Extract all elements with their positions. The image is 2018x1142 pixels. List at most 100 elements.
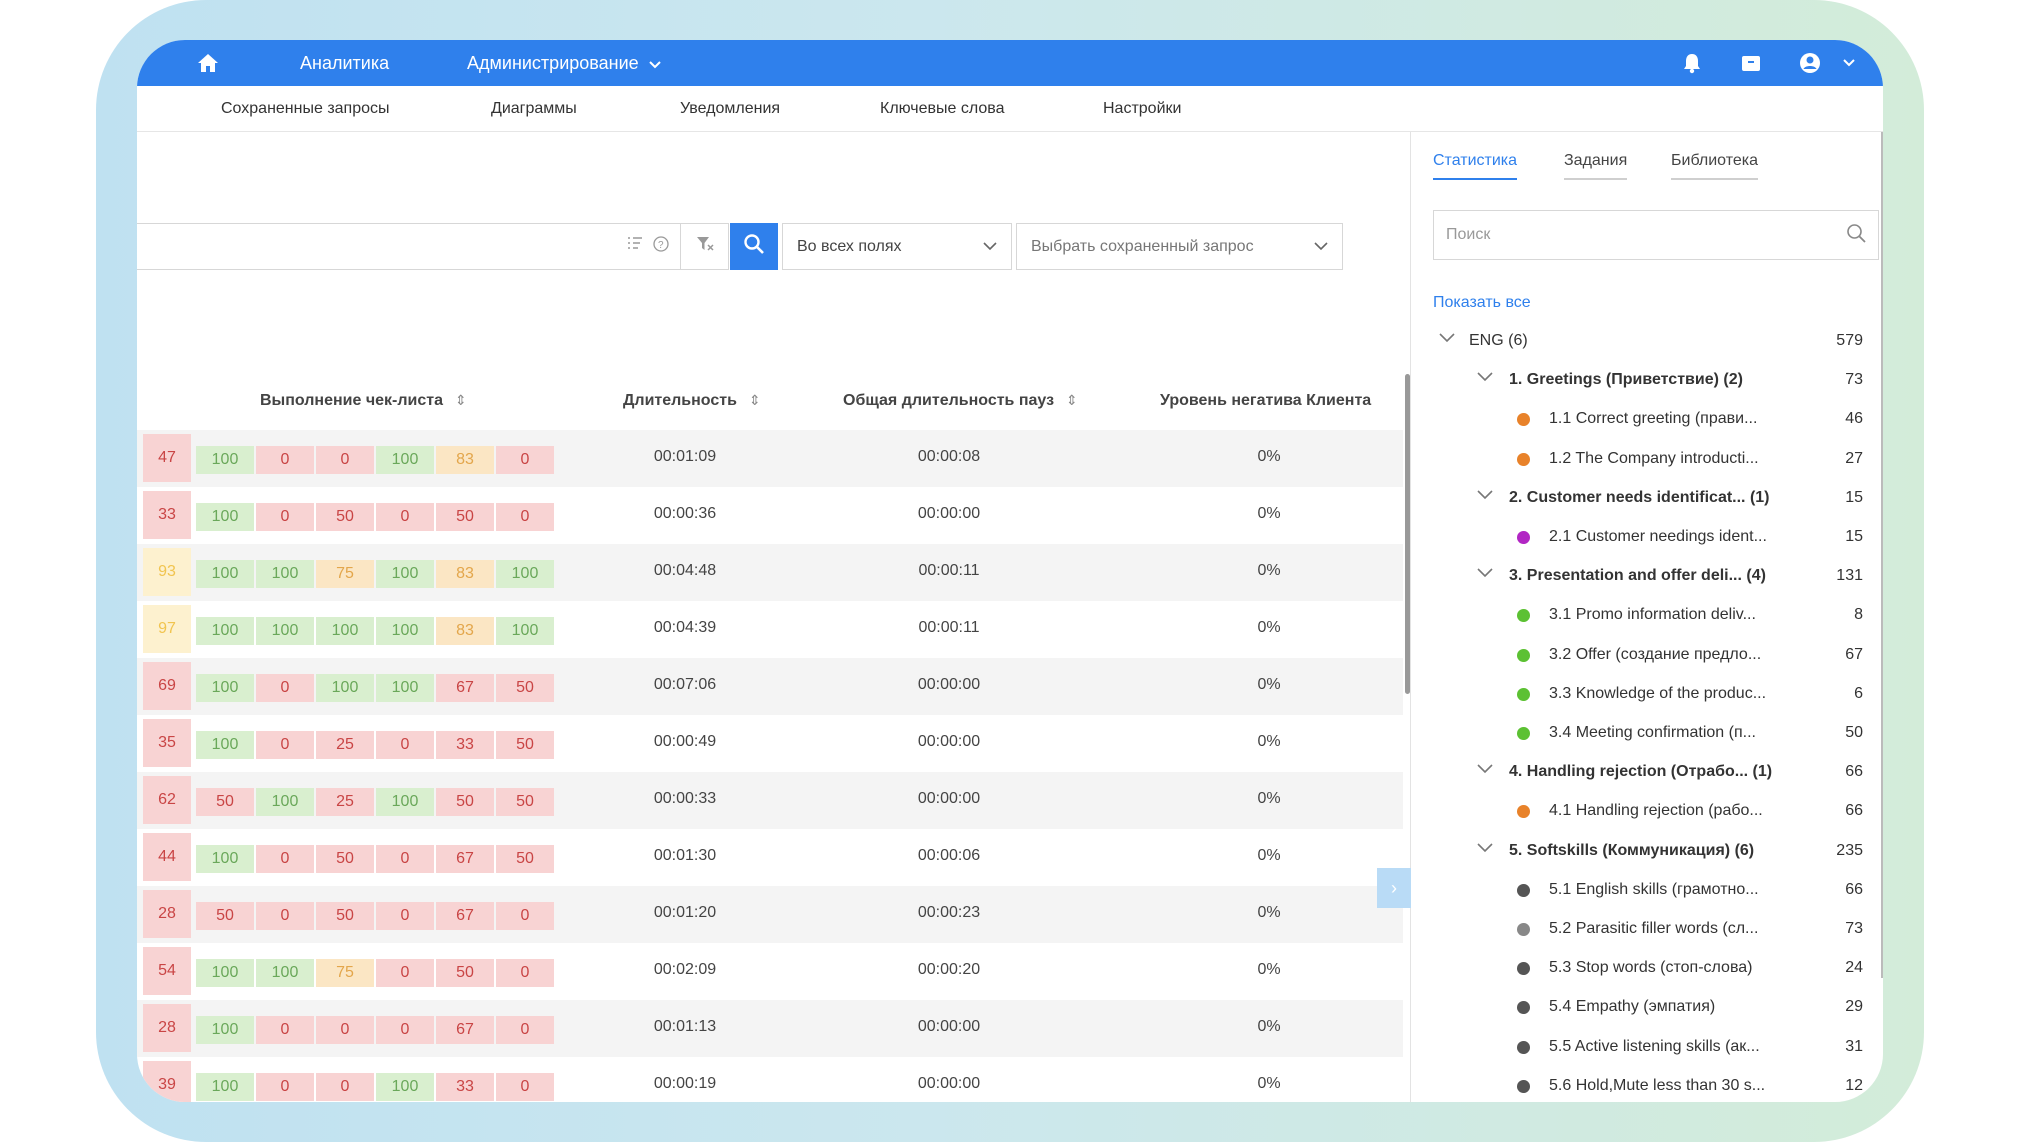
duration-cell: 00:00:36	[653, 505, 717, 522]
tree-leaf-item[interactable]: 3.2 Offer (создание предло... 67	[1433, 642, 1863, 672]
tree-group-item[interactable]: 5. Softskills (Коммуникация) (6) 235	[1433, 838, 1863, 868]
tree-leaf-item[interactable]: 1.2 The Company introducti... 27	[1433, 446, 1863, 476]
negativity-cell: 0%	[1257, 448, 1281, 465]
total-score-badge: 62	[143, 776, 191, 824]
expand-panel-button[interactable]: ›	[1377, 868, 1411, 908]
saved-query-select[interactable]: Выбрать сохраненный запрос	[1016, 223, 1343, 270]
chevron-down-icon[interactable]	[1477, 840, 1493, 858]
tree-item-label: 5.6 Hold,Mute less than 30 s...	[1549, 1076, 1766, 1094]
field-scope-select[interactable]: Во всех полях	[782, 223, 1012, 270]
table-row[interactable]: 47 100 0 0 100 83 0 00:01:09 00:00:08 0%	[137, 430, 1403, 487]
tree-group-item[interactable]: 2. Customer needs identificat... (1) 15	[1433, 485, 1863, 515]
checklist-item-score: 0	[256, 503, 314, 531]
tree-leaf-item[interactable]: 2.1 Customer needings ident... 15	[1433, 524, 1863, 554]
panel-search-input[interactable]: Поиск	[1433, 210, 1879, 260]
negativity-cell: 0%	[1257, 1075, 1281, 1092]
search-button[interactable]	[730, 223, 778, 270]
checklist-item-score: 0	[376, 959, 434, 987]
category-color-dot	[1517, 883, 1530, 897]
tree-leaf-item[interactable]: 3.4 Meeting confirmation (п... 50	[1433, 720, 1863, 750]
submenu-keywords[interactable]: Ключевые слова	[880, 86, 1005, 132]
duration-cell: 00:04:48	[653, 562, 717, 579]
tree-leaf-item[interactable]: 5.1 English skills (грамотно... 66	[1433, 877, 1863, 907]
tree-item-label: 4.1 Handling rejection (рабо...	[1549, 802, 1763, 820]
duration-cell: 00:01:13	[653, 1018, 717, 1035]
sort-icon[interactable]: ⇕	[1066, 392, 1078, 408]
checklist-item-score: 0	[496, 503, 554, 531]
chevron-down-icon[interactable]	[1477, 487, 1493, 505]
table-row[interactable]: 44 100 0 50 0 67 50 00:01:30 00:00:06 0%	[137, 829, 1403, 886]
show-all-link[interactable]: Показать все	[1433, 294, 1531, 312]
tree-leaf-item[interactable]: 5.5 Active listening skills (ак... 31	[1433, 1034, 1863, 1064]
chevron-down-icon[interactable]	[1439, 330, 1455, 348]
sort-icon[interactable]: ⇕	[455, 392, 467, 408]
chevron-down-icon[interactable]	[1477, 565, 1493, 583]
tree-leaf-item[interactable]: 5.2 Parasitic filler words (сл... 73	[1433, 916, 1863, 946]
header-duration[interactable]: Длительность ⇕	[623, 392, 761, 416]
header-negativity[interactable]: Уровень негатива Клиента	[1160, 392, 1371, 416]
submenu-notifications[interactable]: Уведомления	[680, 86, 780, 132]
submenu-charts[interactable]: Диаграммы	[491, 86, 577, 132]
filter-clear-button[interactable]	[681, 223, 729, 270]
tab-tasks[interactable]: Задания	[1564, 152, 1628, 180]
table-row[interactable]: 28 50 0 50 0 67 0 00:01:20 00:00:23 0%	[137, 886, 1403, 943]
checklist-item-score: 100	[496, 560, 554, 588]
list-icon[interactable]	[627, 236, 643, 255]
chevron-down-icon[interactable]	[1477, 369, 1493, 387]
tree-group-item[interactable]: 4. Handling rejection (Отрабо... (1) 66	[1433, 759, 1863, 789]
tree-leaf-item[interactable]: 5.6 Hold,Mute less than 30 s... 12	[1433, 1073, 1863, 1102]
chevron-down-icon[interactable]	[1477, 761, 1493, 779]
home-icon[interactable]	[197, 40, 219, 86]
bell-icon[interactable]	[1682, 40, 1702, 86]
tree-group-item[interactable]: 3. Presentation and offer deli... (4) 131	[1433, 563, 1863, 593]
table-row[interactable]: 35 100 0 25 0 33 50 00:00:49 00:00:00 0%	[137, 715, 1403, 772]
tree-group-item[interactable]: 1. Greetings (Приветствие) (2) 73	[1433, 367, 1863, 397]
checklist-item-score: 0	[496, 1073, 554, 1101]
tree-leaf-item[interactable]: 5.3 Stop words (стоп-слова) 24	[1433, 955, 1863, 985]
tab-statistics[interactable]: Статистика	[1433, 152, 1518, 180]
checklist-item-score: 100	[316, 674, 374, 702]
panel-scrollbar[interactable]	[1881, 132, 1883, 978]
tree-leaf-item[interactable]: 3.3 Knowledge of the produc... 6	[1433, 681, 1863, 711]
header-duration-label: Длительность	[623, 392, 737, 409]
table-row[interactable]: 39 100 0 0 100 33 0 00:00:19 00:00:00 0%	[137, 1057, 1403, 1102]
tree-leaf-item[interactable]: 3.1 Promo information deliv... 8	[1433, 602, 1863, 632]
category-color-dot	[1517, 413, 1530, 427]
tab-library[interactable]: Библиотека	[1671, 152, 1758, 180]
checklist-item-score: 50	[316, 503, 374, 531]
checklist-item-score: 67	[436, 674, 494, 702]
nav-admin-menu[interactable]: Администрирование	[467, 40, 661, 86]
checklist-item-score: 0	[256, 731, 314, 759]
nav-analytics[interactable]: Аналитика	[300, 40, 389, 86]
tree-item-label: 1.1 Correct greeting (прави...	[1549, 410, 1758, 428]
checklist-item-score: 83	[436, 446, 494, 474]
duration-cell: 00:01:30	[653, 847, 717, 864]
tree-leaf-item[interactable]: 4.1 Handling rejection (рабо... 66	[1433, 798, 1863, 828]
submenu-saved-queries[interactable]: Сохраненные запросы	[221, 86, 390, 132]
submenu-settings[interactable]: Настройки	[1103, 86, 1181, 132]
sort-icon[interactable]: ⇕	[749, 392, 761, 408]
table-row[interactable]: 69 100 0 100 100 67 50 00:07:06 00:00:00 0%	[137, 658, 1403, 715]
tree-leaf-item[interactable]: 5.4 Empathy (эмпатия) 29	[1433, 994, 1863, 1024]
checklist-item-score: 33	[436, 1073, 494, 1101]
table-row[interactable]: 93 100 100 75 100 83 100 00:04:48 00:00:11 0%	[137, 544, 1403, 601]
tree-root-item[interactable]: ENG (6) 579	[1433, 328, 1863, 358]
query-input[interactable]: ?	[137, 223, 681, 270]
user-icon[interactable]	[1799, 40, 1821, 86]
table-row[interactable]: 33 100 0 50 0 50 0 00:00:36 00:00:00 0%	[137, 487, 1403, 544]
table-row[interactable]: 97 100 100 100 100 83 100 00:04:39 00:00:11 0%	[137, 601, 1403, 658]
table-row[interactable]: 28 100 0 0 0 67 0 00:01:13 00:00:00 0%	[137, 1000, 1403, 1057]
tree-item-label: ENG (6)	[1469, 332, 1528, 349]
help-icon[interactable]: ?	[653, 236, 669, 257]
header-pauses[interactable]: Общая длительность пауз ⇕	[843, 392, 1078, 416]
tree-item-count: 66	[1845, 802, 1863, 820]
header-checklist[interactable]: Выполнение чек-листа ⇕	[260, 392, 467, 416]
chevron-down-icon[interactable]	[1843, 40, 1855, 86]
box-icon[interactable]	[1741, 40, 1761, 86]
checklist-item-score: 100	[196, 845, 254, 873]
table-row[interactable]: 62 50 100 25 100 50 50 00:00:33 00:00:00 0%	[137, 772, 1403, 829]
tree-item-label: 5. Softskills (Коммуникация) (6)	[1509, 841, 1755, 859]
tree-leaf-item[interactable]: 1.1 Correct greeting (прави... 46	[1433, 406, 1863, 436]
tree-item-count: 15	[1845, 528, 1863, 545]
table-row[interactable]: 54 100 100 75 0 50 0 00:02:09 00:00:20 0%	[137, 943, 1403, 1000]
